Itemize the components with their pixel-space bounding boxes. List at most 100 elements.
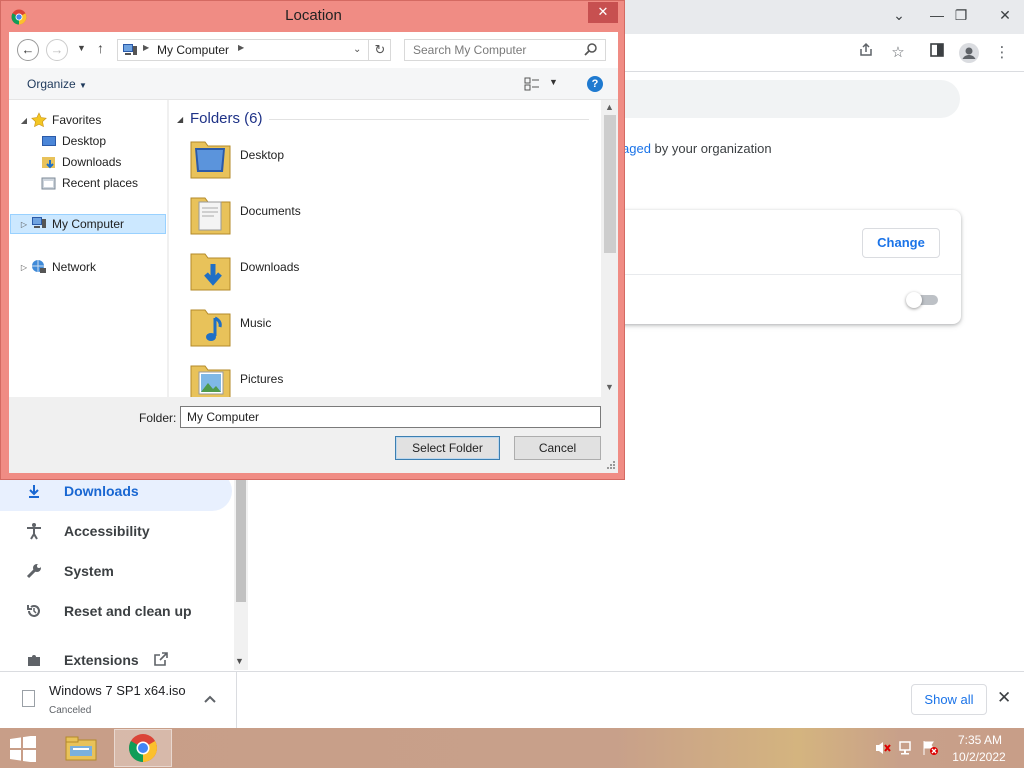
shelf-close-icon[interactable]: ✕: [997, 688, 1011, 708]
folder-item-music[interactable]: Music: [187, 302, 487, 352]
action-center-flag-icon[interactable]: [921, 740, 939, 756]
organize-menu[interactable]: Organize ▼: [27, 77, 87, 91]
ask-where-to-save-toggle[interactable]: [906, 292, 938, 308]
content-scrollbar[interactable]: ▲ ▼: [602, 100, 618, 397]
download-file-name: Windows 7 SP1 x64.iso: [49, 683, 186, 698]
folder-item-downloads[interactable]: Downloads: [187, 246, 487, 296]
scroll-down-arrow-icon[interactable]: ▼: [235, 656, 244, 666]
dialog-close-button[interactable]: ✕: [588, 2, 618, 23]
tree-label: Network: [52, 260, 97, 274]
up-arrow-icon[interactable]: ↑: [97, 40, 104, 56]
scrollbar-thumb[interactable]: [604, 115, 616, 253]
documents-folder-icon: [190, 197, 231, 235]
volume-muted-icon[interactable]: [874, 740, 892, 756]
wrench-icon: [24, 561, 44, 581]
computer-icon: [31, 216, 47, 232]
change-location-button[interactable]: Change: [862, 228, 940, 258]
scroll-up-arrow-icon[interactable]: ▲: [605, 102, 614, 112]
external-link-icon: [153, 651, 169, 670]
search-placeholder: Search My Computer: [413, 43, 527, 57]
puzzle-icon: [24, 650, 44, 670]
tree-label: Recent places: [62, 176, 139, 190]
address-segment[interactable]: My Computer: [157, 43, 229, 57]
collapsed-arrow-icon[interactable]: ▷: [19, 263, 29, 272]
recent-locations-dropdown-icon[interactable]: ▼: [77, 43, 86, 53]
sidebar-item-label: Reset and clean up: [64, 603, 192, 619]
recent-places-icon: [41, 175, 57, 191]
folder-input[interactable]: My Computer: [180, 406, 601, 428]
location-dialog: Location ✕ ← → ▼ ↑ ▶ My Computer ▶ ⌄ ↻ S…: [0, 0, 625, 480]
sidebar-item-label: Downloads: [64, 483, 139, 499]
profile-avatar-icon[interactable]: [958, 42, 980, 64]
folder-name: Downloads: [240, 260, 300, 274]
tree-item-favorites[interactable]: ◢ Favorites: [19, 110, 101, 130]
scroll-down-arrow-icon[interactable]: ▼: [605, 382, 614, 392]
back-arrow-icon[interactable]: ←: [17, 39, 39, 61]
search-icon[interactable]: [583, 42, 599, 58]
resize-grip-icon[interactable]: [606, 460, 616, 470]
tree-item-downloads[interactable]: Downloads: [29, 152, 121, 172]
side-panel-icon[interactable]: [926, 42, 948, 64]
help-icon[interactable]: ?: [587, 76, 603, 92]
windows-logo-icon: [10, 735, 36, 763]
start-button[interactable]: [8, 735, 38, 763]
managed-text: by your organization: [650, 141, 772, 156]
share-icon[interactable]: [855, 42, 877, 64]
forward-arrow-icon[interactable]: →: [46, 39, 68, 61]
folder-item-desktop[interactable]: Desktop: [187, 134, 487, 184]
cancel-button[interactable]: Cancel: [514, 436, 601, 460]
show-all-button[interactable]: Show all: [911, 684, 987, 715]
change-view-icon[interactable]: [524, 77, 540, 91]
star-icon: [31, 112, 47, 128]
clock-date[interactable]: 10/2/2022: [950, 750, 1008, 764]
address-bar[interactable]: ▶ My Computer ▶ ⌄ ↻: [117, 39, 391, 61]
tree-label: My Computer: [52, 217, 125, 231]
navigation-bar: ← → ▼ ↑ ▶ My Computer ▶ ⌄ ↻ Search My Co…: [9, 32, 618, 68]
sidebar-item-accessibility[interactable]: Accessibility: [0, 511, 232, 551]
windows-taskbar: 7:35 AM 10/2/2022: [0, 728, 1024, 768]
bookmark-star-icon[interactable]: ☆: [887, 42, 909, 64]
folder-item-pictures[interactable]: Pictures: [187, 358, 487, 397]
chrome-menu-icon[interactable]: ⋮: [991, 42, 1013, 64]
downloads-folder-icon: [190, 253, 231, 291]
reset-icon: [24, 601, 44, 621]
tab-search-icon[interactable]: ⌄: [882, 0, 916, 30]
sidebar-item-system[interactable]: System: [0, 551, 232, 591]
tree-item-recent-places[interactable]: Recent places: [29, 173, 138, 193]
managed-link[interactable]: aged: [622, 141, 651, 156]
clock-time[interactable]: 7:35 AM: [954, 733, 1006, 747]
search-input[interactable]: Search My Computer: [404, 39, 606, 61]
dialog-client-area: ← → ▼ ↑ ▶ My Computer ▶ ⌄ ↻ Search My Co…: [9, 32, 618, 473]
download-item[interactable]: Windows 7 SP1 x64.iso Canceled: [0, 672, 237, 728]
view-options-dropdown-icon[interactable]: ▼: [549, 77, 558, 87]
sidebar-scrollbar[interactable]: ▼: [234, 470, 248, 670]
group-collapse-icon[interactable]: ◢: [177, 115, 183, 124]
pictures-folder-icon: [190, 365, 231, 397]
desktop-folder-icon: [190, 141, 231, 179]
sidebar-item-extensions[interactable]: Extensions: [0, 648, 232, 672]
collapsed-arrow-icon[interactable]: ▷: [19, 220, 29, 229]
scrollbar-thumb[interactable]: [236, 470, 246, 602]
sidebar-item-reset[interactable]: Reset and clean up: [0, 591, 232, 631]
select-folder-button[interactable]: Select Folder: [395, 436, 500, 460]
taskbar-chrome[interactable]: [114, 729, 172, 767]
tree-item-desktop[interactable]: Desktop: [29, 131, 106, 151]
organize-label: Organize: [27, 77, 76, 91]
folder-item-documents[interactable]: Documents: [187, 190, 487, 240]
network-icon[interactable]: [898, 740, 916, 756]
downloads-folder-icon: [41, 154, 57, 170]
refresh-icon[interactable]: ↻: [368, 40, 391, 60]
folder-name: Desktop: [240, 148, 285, 162]
group-header[interactable]: Folders (6): [190, 110, 263, 127]
chevron-up-icon[interactable]: [204, 691, 216, 706]
breadcrumb-separator-icon[interactable]: ▶: [143, 43, 149, 52]
taskbar-file-explorer[interactable]: [52, 729, 110, 767]
tree-item-network[interactable]: ▷ Network: [19, 257, 96, 277]
expanded-arrow-icon[interactable]: ◢: [19, 116, 29, 125]
address-dropdown-icon[interactable]: ⌄: [353, 44, 361, 55]
tree-item-my-computer[interactable]: ▷ My Computer: [10, 214, 166, 234]
restore-button[interactable]: ❐: [944, 0, 978, 30]
breadcrumb-separator-icon[interactable]: ▶: [238, 43, 244, 52]
chrome-close-button[interactable]: ✕: [988, 0, 1022, 30]
navigation-pane: ◢ Favorites Desktop Downloads Recent pla…: [9, 100, 167, 397]
